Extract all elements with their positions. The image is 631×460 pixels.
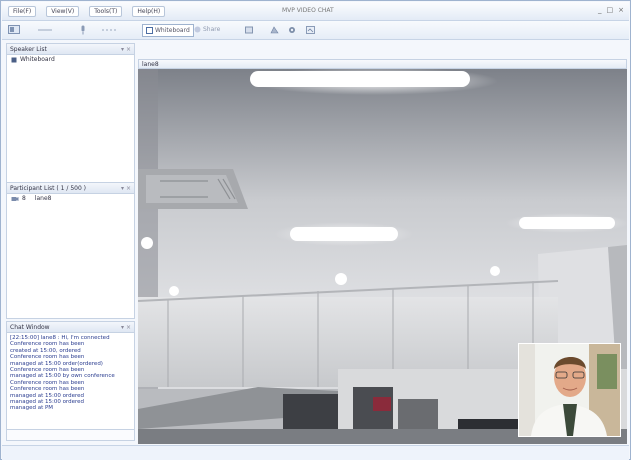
app-window: File(F) View(V) Tools(T) Help(H) MVP VID… (0, 0, 631, 460)
menu-bar: File(F) View(V) Tools(T) Help(H) MVP VID… (2, 2, 629, 21)
speaker-item[interactable]: Whiteboard (7, 55, 134, 64)
divider-icon (38, 24, 52, 35)
panel-close-icon[interactable]: ▾ × (121, 185, 131, 192)
speaker-icon (11, 57, 17, 62)
participant-item[interactable]: 8 lane8 (7, 194, 134, 203)
camera-icon (11, 196, 19, 201)
video-tab-label: lane8 (142, 61, 159, 68)
whiteboard-icon (146, 27, 153, 34)
speaker-list-panel: Speaker List ▾ × Whiteboard (6, 43, 135, 183)
invite-icon[interactable] (306, 24, 315, 35)
snapshot-icon[interactable] (270, 24, 279, 35)
share-icon (194, 26, 201, 33)
whiteboard-label: Whiteboard (155, 27, 190, 34)
speaker-list-title: Speaker List (10, 45, 47, 53)
participant-list-title: Participant List ( 1 / 500 ) (10, 184, 87, 192)
status-bar (2, 445, 629, 460)
dots-icon (102, 24, 118, 35)
chat-line: managed at 15:00 by own conference (10, 373, 115, 380)
menu-view[interactable]: View(V) (46, 6, 80, 17)
record-icon[interactable] (245, 24, 253, 35)
chat-window-panel: Chat Window ▾ × [22:15:00] lane8 : Hi, I… (6, 321, 135, 441)
menu-help[interactable]: Help(H) (132, 6, 166, 17)
speaker-item-label: Whiteboard (20, 56, 55, 63)
main-video (138, 69, 627, 444)
share-button[interactable]: Share (194, 24, 220, 35)
chat-log: [22:15:00] lane8 : Hi, I'm connected Con… (7, 333, 134, 412)
menu-tools[interactable]: Tools(T) (89, 6, 123, 17)
microphone-icon[interactable] (80, 24, 86, 35)
self-view-video[interactable] (518, 343, 621, 437)
maximize-icon[interactable]: □ (607, 6, 614, 14)
close-icon[interactable]: × (618, 6, 624, 14)
settings-icon[interactable] (288, 24, 296, 35)
chat-input[interactable] (7, 429, 134, 440)
chat-line: managed at PM (10, 405, 54, 412)
participant-name: lane8 (34, 195, 52, 202)
video-tab[interactable]: lane8 (138, 59, 627, 69)
participant-list-panel: Participant List ( 1 / 500 ) ▾ × 8 lane8 (6, 182, 135, 319)
panel-close-icon[interactable]: ▾ × (121, 46, 131, 53)
menu-file[interactable]: File(F) (8, 6, 37, 17)
whiteboard-button[interactable]: Whiteboard (142, 24, 194, 37)
chat-window-title: Chat Window (10, 323, 50, 331)
layout-icon[interactable] (8, 24, 20, 35)
participant-flag: 8 (22, 195, 26, 202)
panel-close-icon[interactable]: ▾ × (121, 324, 131, 331)
share-label: Share (203, 26, 221, 33)
window-title: MVP VIDEO CHAT (282, 7, 334, 14)
minimize-icon[interactable]: _ (598, 6, 602, 14)
toolbar: Whiteboard Share (2, 21, 629, 40)
self-view-image (519, 344, 620, 436)
